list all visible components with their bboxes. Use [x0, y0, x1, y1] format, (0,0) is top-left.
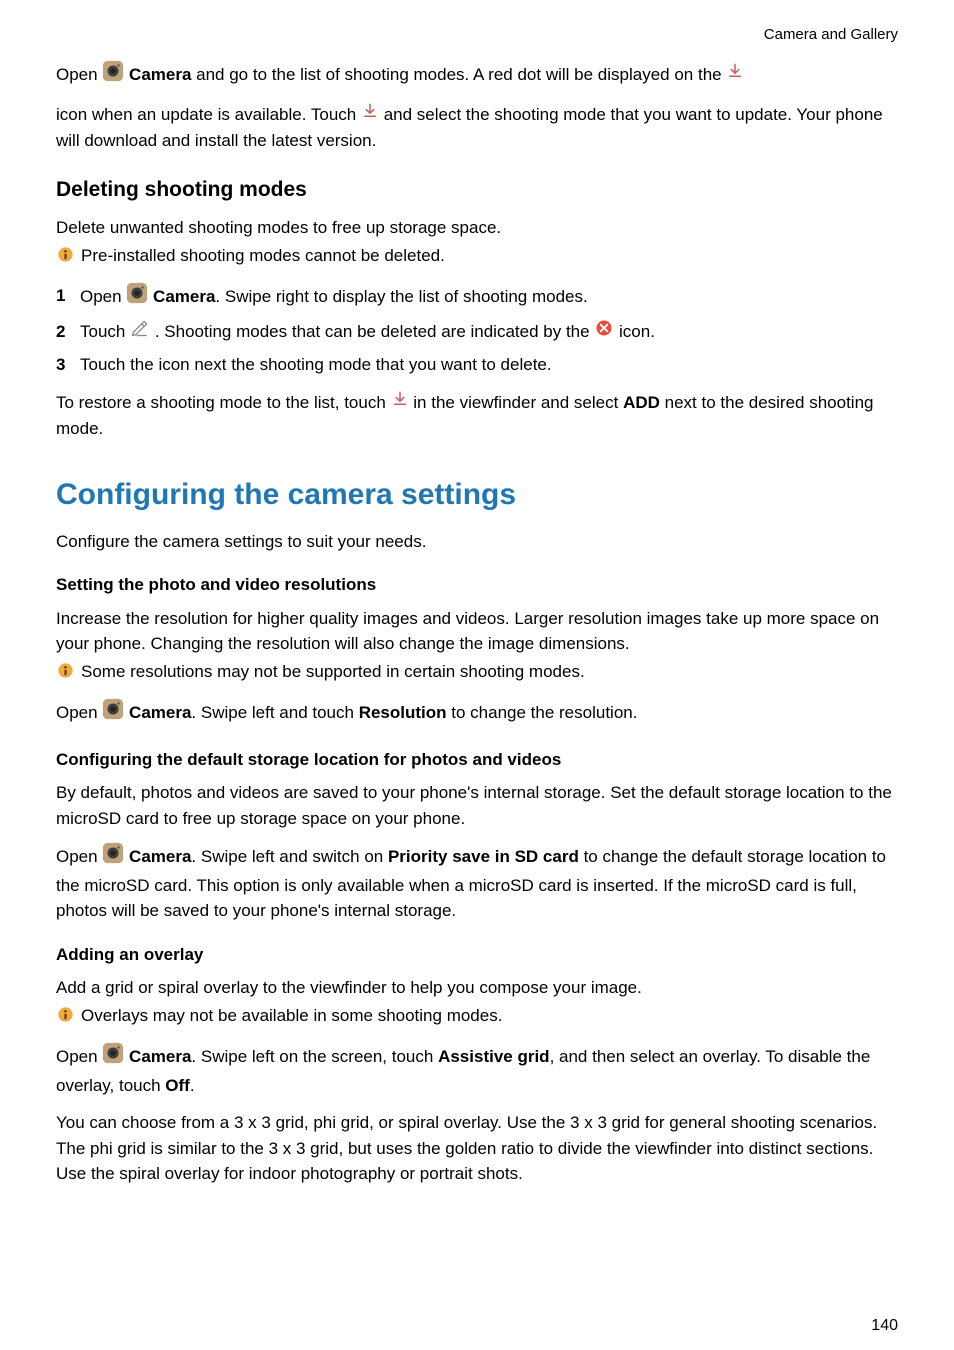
camera-label: Camera [153, 288, 215, 307]
text: . [190, 1076, 195, 1095]
camera-label: Camera [129, 1047, 191, 1066]
resolution-label: Resolution [359, 703, 447, 722]
info-icon [56, 1005, 75, 1032]
heading-overlay: Adding an overlay [56, 942, 898, 968]
add-label: ADD [623, 393, 660, 412]
download-icon [726, 62, 744, 88]
text: and go to the list of shooting modes. A … [191, 65, 726, 84]
info-icon [56, 245, 75, 272]
note-text: Overlays may not be available in some sh… [81, 1003, 502, 1029]
camera-label: Camera [129, 65, 191, 84]
sd-label: Priority save in SD card [388, 847, 579, 866]
step-body: Touch . Shooting modes that can be delet… [80, 319, 655, 347]
delete-cross-icon [594, 318, 614, 346]
configuring-intro: Configure the camera settings to suit yo… [56, 529, 898, 555]
resolutions-p2: Open Camera. Swipe left and touch Resolu… [56, 699, 898, 729]
step-number: 1 [56, 283, 80, 309]
camera-icon [102, 842, 124, 872]
page-number: 140 [871, 1314, 898, 1338]
step-number: 3 [56, 352, 80, 378]
text: icon when an update is available. Touch [56, 105, 361, 124]
text: . Swipe right to display the list of sho… [215, 288, 587, 307]
camera-label: Camera [129, 847, 191, 866]
heading-configuring: Configuring the camera settings [56, 472, 898, 517]
step-3: 3 Touch the icon next the shooting mode … [56, 352, 898, 378]
heading-resolutions: Setting the photo and video resolutions [56, 572, 898, 598]
camera-icon [126, 282, 148, 312]
text: . Swipe left and touch [191, 703, 358, 722]
text: . Swipe left and switch on [191, 847, 388, 866]
resolutions-p1: Increase the resolution for higher quali… [56, 606, 898, 657]
text: Open [56, 65, 102, 84]
camera-icon [102, 698, 124, 728]
assistive-grid-label: Assistive grid [438, 1047, 550, 1066]
text: . Shooting modes that can be deleted are… [155, 322, 594, 341]
step-body: Open Camera. Swipe right to display the … [80, 283, 588, 313]
intro-paragraph: Open Camera and go to the list of shooti… [56, 61, 898, 91]
off-label: Off [165, 1076, 190, 1095]
intro-paragraph-2: icon when an update is available. Touch … [56, 102, 898, 154]
note-preinstalled: Pre-installed shooting modes cannot be d… [56, 243, 898, 272]
note-overlay: Overlays may not be available in some sh… [56, 1003, 898, 1032]
text: in the viewfinder and select [413, 393, 623, 412]
text: to change the resolution. [447, 703, 638, 722]
overlay-p3: You can choose from a 3 x 3 grid, phi gr… [56, 1110, 898, 1187]
text: Touch [80, 322, 130, 341]
step-1: 1 Open Camera. Swipe right to display th… [56, 283, 898, 313]
storage-p2: Open Camera. Swipe left and switch on Pr… [56, 843, 898, 924]
step-2: 2 Touch . Shooting modes that can be del… [56, 319, 898, 347]
text: Open [56, 703, 102, 722]
text: Open [56, 847, 102, 866]
overlay-p2: Open Camera. Swipe left on the screen, t… [56, 1043, 898, 1098]
step-body: Touch the icon next the shooting mode th… [80, 352, 552, 378]
download-icon [391, 390, 409, 416]
heading-deleting: Deleting shooting modes [56, 174, 898, 206]
step-number: 2 [56, 319, 80, 345]
heading-storage: Configuring the default storage location… [56, 747, 898, 773]
deleting-restore: To restore a shooting mode to the list, … [56, 390, 898, 442]
storage-p1: By default, photos and videos are saved … [56, 780, 898, 831]
note-text: Pre-installed shooting modes cannot be d… [81, 243, 445, 269]
header-section: Camera and Gallery [56, 24, 898, 47]
deleting-p1: Delete unwanted shooting modes to free u… [56, 215, 898, 241]
note-text: Some resolutions may not be supported in… [81, 659, 585, 685]
info-icon [56, 661, 75, 688]
text: Open [80, 288, 126, 307]
camera-label: Camera [129, 703, 191, 722]
text: . Swipe left on the screen, touch [191, 1047, 438, 1066]
text: Open [56, 1047, 102, 1066]
overlay-p1: Add a grid or spiral overlay to the view… [56, 975, 898, 1001]
note-resolutions: Some resolutions may not be supported in… [56, 659, 898, 688]
text: icon. [619, 322, 655, 341]
camera-icon [102, 1042, 124, 1072]
download-icon [361, 102, 379, 128]
camera-icon [102, 60, 124, 90]
pencil-icon [130, 318, 150, 346]
text: To restore a shooting mode to the list, … [56, 393, 391, 412]
